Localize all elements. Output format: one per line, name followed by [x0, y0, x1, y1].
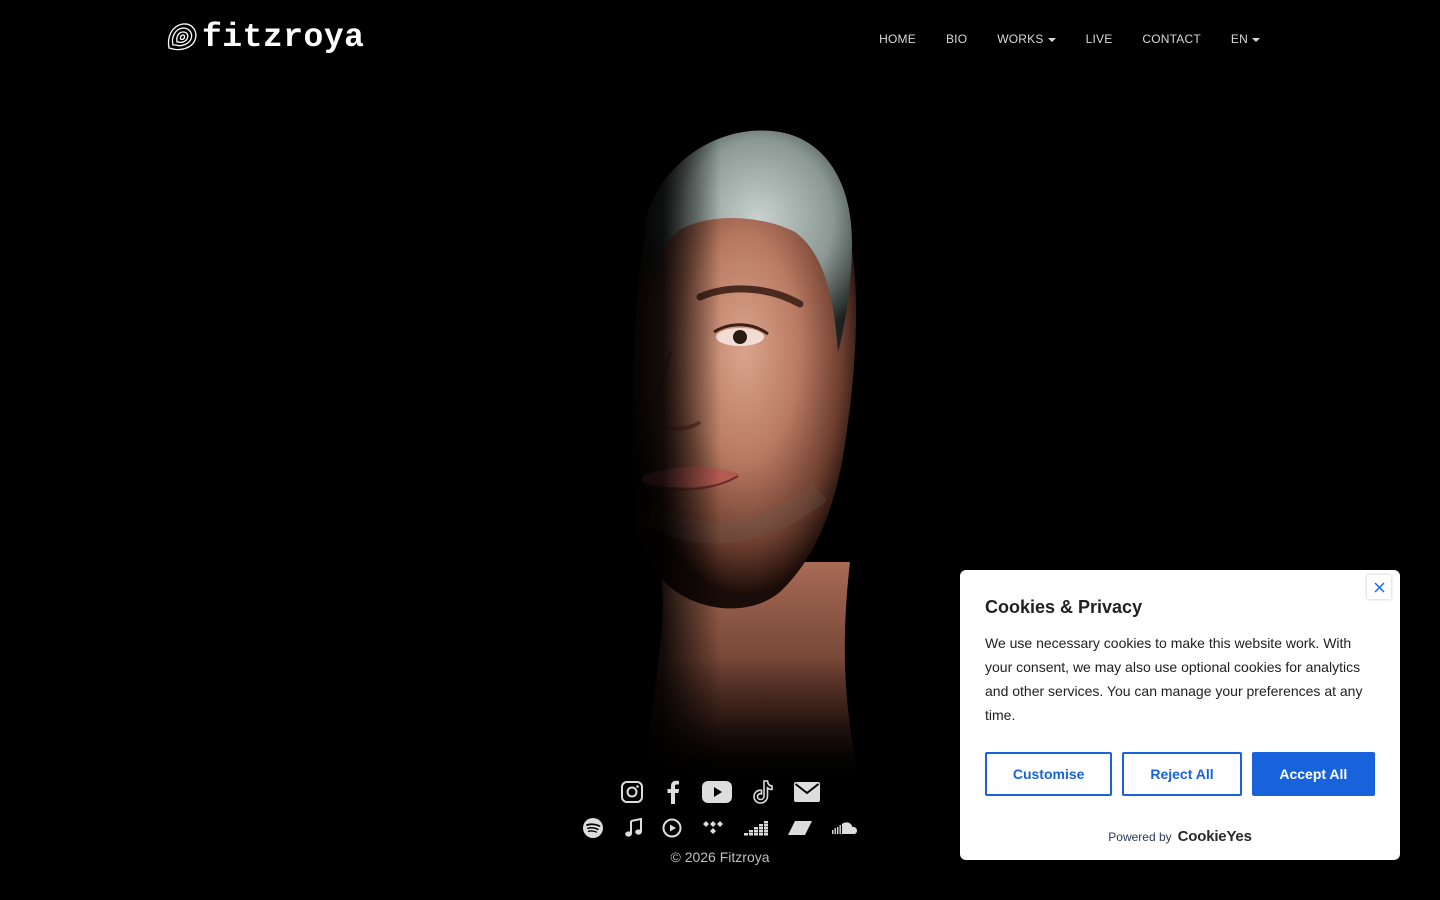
language-selector[interactable]: EN [1216, 29, 1275, 49]
spotify-icon[interactable] [582, 817, 604, 839]
nav-live[interactable]: LIVE [1071, 29, 1128, 49]
streaming-links [582, 816, 858, 840]
powered-by-label: Powered by [1108, 829, 1172, 844]
powered-by: Powered by CookieYes [960, 828, 1400, 845]
cookie-description: We use necessary cookies to make this we… [985, 635, 1363, 723]
reject-all-button[interactable]: Reject All [1122, 752, 1242, 796]
tiktok-icon[interactable] [753, 780, 773, 804]
instagram-icon[interactable] [620, 780, 644, 804]
cookie-title: Cookies & Privacy [985, 597, 1143, 617]
cookie-consent-dialog: Cookies & Privacy We use necessary cooki… [960, 570, 1400, 860]
bandcamp-icon[interactable] [788, 821, 812, 835]
apple-music-icon[interactable] [624, 818, 642, 838]
site-logo[interactable]: fitzroya [165, 16, 364, 58]
customise-button[interactable]: Customise [985, 752, 1113, 796]
nav-contact[interactable]: CONTACT [1127, 29, 1216, 49]
caret-down-icon [1252, 37, 1260, 42]
logo-wordmark: fitzroya [202, 18, 365, 56]
tidal-icon[interactable] [702, 821, 724, 835]
language-label: EN [1230, 32, 1248, 46]
accept-all-button[interactable]: Accept All [1251, 752, 1375, 796]
nav-works-label: WORKS [997, 32, 1044, 46]
nav-works[interactable]: WORKS [982, 29, 1070, 49]
nav-live-label: LIVE [1085, 32, 1113, 46]
facebook-icon[interactable] [665, 780, 681, 804]
nav-home-label: HOME [879, 32, 916, 46]
site-header: fitzroya HOME BIO WORKS LIVE CONTACT EN [0, 0, 1440, 78]
artist-portrait [590, 92, 880, 782]
close-icon [1374, 582, 1384, 592]
nav-home[interactable]: HOME [864, 29, 931, 49]
mail-icon[interactable] [794, 782, 820, 802]
nav-contact-label: CONTACT [1142, 32, 1201, 46]
soundcloud-icon[interactable] [832, 821, 858, 835]
cookie-actions: Customise Reject All Accept All [985, 752, 1375, 798]
social-links [620, 776, 820, 808]
deezer-icon[interactable] [744, 820, 768, 836]
youtube-music-icon[interactable] [662, 818, 682, 838]
logo-tree-ring-icon [167, 23, 197, 51]
nav-bio-label: BIO [945, 32, 968, 46]
youtube-icon[interactable] [702, 781, 732, 803]
nav-bio[interactable]: BIO [931, 29, 982, 49]
caret-down-icon [1047, 37, 1056, 42]
cookieyes-logo[interactable]: CookieYes [1178, 828, 1252, 845]
main-nav: HOME BIO WORKS LIVE CONTACT EN [864, 29, 1275, 49]
cookie-close-button[interactable] [1367, 575, 1391, 599]
